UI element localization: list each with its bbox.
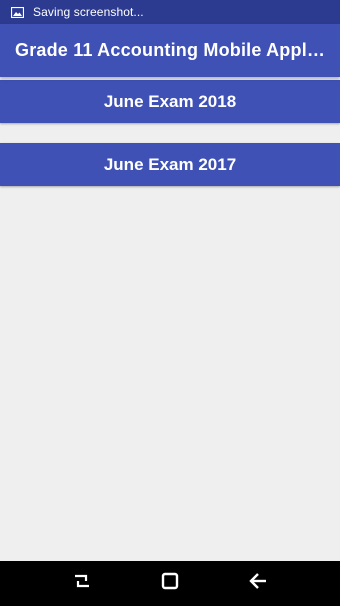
home-icon bbox=[161, 572, 179, 595]
status-notification-text: Saving screenshot... bbox=[33, 5, 144, 19]
back-icon bbox=[248, 572, 268, 595]
exam-button-june-2018[interactable]: June Exam 2018 bbox=[0, 80, 340, 123]
home-button[interactable] bbox=[148, 564, 192, 604]
app-bar: Grade 11 Accounting Mobile Application bbox=[0, 24, 340, 77]
image-icon bbox=[10, 6, 24, 18]
navigation-bar bbox=[0, 561, 340, 606]
recents-icon bbox=[72, 572, 92, 595]
screen: Saving screenshot... Grade 11 Accounting… bbox=[0, 0, 340, 606]
app-title: Grade 11 Accounting Mobile Application bbox=[15, 40, 330, 60]
exam-button-june-2017[interactable]: June Exam 2017 bbox=[0, 143, 340, 186]
status-bar: Saving screenshot... bbox=[0, 0, 340, 24]
back-button[interactable] bbox=[236, 564, 280, 604]
recents-button[interactable] bbox=[60, 564, 104, 604]
